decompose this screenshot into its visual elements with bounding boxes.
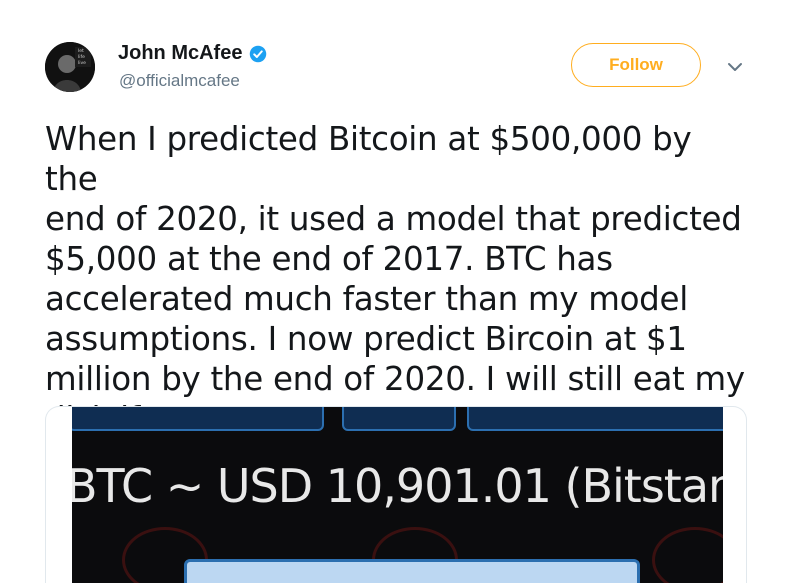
image-tab-right xyxy=(467,407,723,431)
verified-badge-icon xyxy=(250,45,267,62)
image-tab-left xyxy=(72,407,324,431)
image-swirl-right xyxy=(652,527,723,583)
btc-price-ticker: BTC ~ USD 10,901.01 (Bitstam xyxy=(72,459,723,513)
chevron-down-icon[interactable] xyxy=(724,56,746,78)
media-card[interactable]: BTC ~ USD 10,901.01 (Bitstam xyxy=(45,406,747,583)
tweet-text: When I predicted Bitcoin at $500,000 by … xyxy=(45,120,745,438)
author-name[interactable]: John McAfee xyxy=(118,42,267,65)
avatar-photo-icon: let life live xyxy=(45,42,95,92)
avatar[interactable]: let life live xyxy=(45,42,95,92)
follow-button[interactable]: Follow xyxy=(571,43,701,87)
svg-text:life: life xyxy=(78,54,85,60)
image-bottom-panel xyxy=(184,559,640,583)
author-name-text: John McAfee xyxy=(118,42,243,64)
image-tab-middle xyxy=(342,407,456,431)
svg-text:live: live xyxy=(78,60,86,66)
media-image[interactable]: BTC ~ USD 10,901.01 (Bitstam xyxy=(72,407,723,583)
svg-text:let: let xyxy=(78,48,84,54)
author-handle[interactable]: @officialmcafee xyxy=(119,71,240,91)
